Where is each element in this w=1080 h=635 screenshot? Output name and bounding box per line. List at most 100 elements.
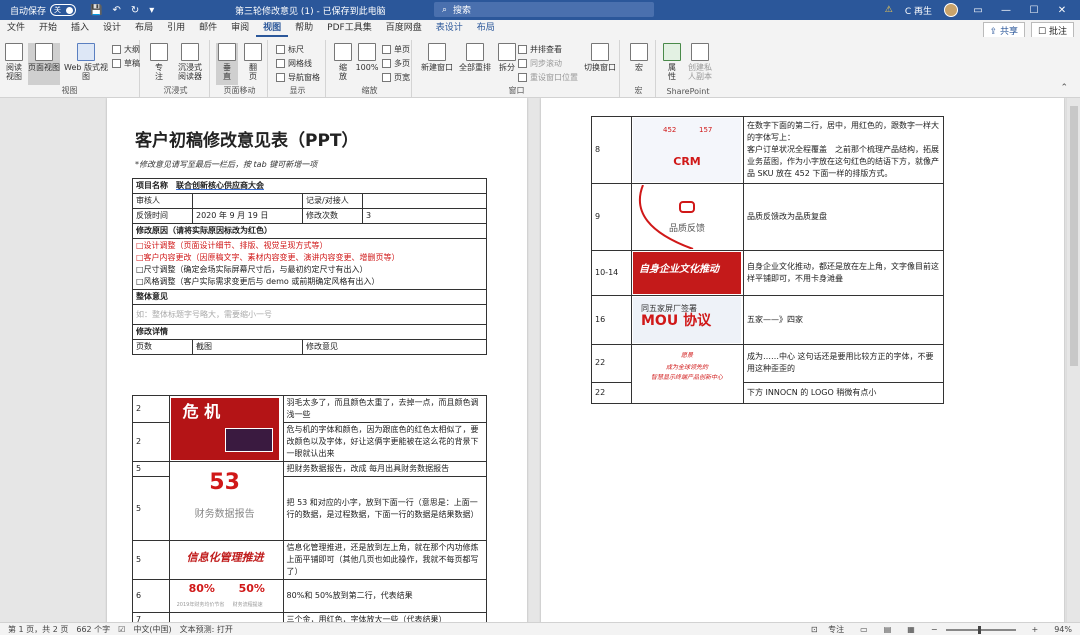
zoom-100-button[interactable]: 100%: [355, 43, 379, 72]
warning-icon[interactable]: ⚠: [885, 5, 893, 15]
vertical-scrollbar[interactable]: [1066, 98, 1080, 622]
tab-review[interactable]: 审阅: [224, 20, 256, 37]
close-icon[interactable]: ✕: [1054, 5, 1070, 16]
create-private-copy-button[interactable]: 创建私 人副本: [684, 43, 716, 81]
table-row[interactable]: 5 53 财务数据报告 把财务数据报告，改成 每月出具财务数据报告: [132, 461, 488, 541]
table-row[interactable]: 10-14 自身企业文化推动 自身企业文化推动，都还是放在左上角，文字像目前这样…: [591, 250, 944, 296]
tab-help[interactable]: 帮助: [288, 20, 320, 37]
properties-button[interactable]: 属 性: [662, 43, 682, 81]
reset-window-button[interactable]: 重设窗口位置: [518, 72, 578, 83]
undo-icon[interactable]: ↶: [112, 5, 120, 16]
save-icon[interactable]: 💾: [90, 5, 102, 16]
word-count[interactable]: 662 个字: [76, 624, 110, 635]
revision-count-value[interactable]: 3: [362, 208, 487, 224]
focus-button[interactable]: 专 注: [148, 43, 170, 81]
draft-button[interactable]: 草稿: [112, 58, 140, 69]
screenshot-cell[interactable]: 80% 50% 2019年财务均价节省 财务流程提速: [168, 579, 284, 613]
scrollbar-thumb[interactable]: [1070, 106, 1078, 366]
redo-icon[interactable]: ↻: [131, 5, 139, 16]
feedback-time-value[interactable]: 2020 年 9 月 19 日: [192, 208, 303, 224]
screenshot-cell[interactable]: 危 机: [168, 395, 284, 462]
screenshot-cell[interactable]: [168, 612, 284, 622]
maximize-icon[interactable]: ☐: [1026, 5, 1042, 16]
page-2[interactable]: 8 452 157 CRM 在数字下面的第二行，居中，用红色的，跟数字一样大的字…: [541, 98, 1064, 622]
recorder-value[interactable]: [362, 193, 487, 209]
switch-windows-button[interactable]: 切换窗口: [582, 43, 618, 72]
tab-view[interactable]: 视图: [256, 20, 289, 37]
tab-home[interactable]: 开始: [32, 20, 64, 37]
screenshot-cell[interactable]: 同五家屏厂签署 MOU 协议: [631, 295, 744, 345]
split-button[interactable]: 拆分: [494, 43, 520, 72]
language[interactable]: 中文(中国): [133, 624, 171, 635]
tab-baidu-netdisk[interactable]: 百度网盘: [379, 20, 429, 37]
table-row[interactable]: 22 愿景 成为全球领先的 智慧显示终端产品创新中心 成为……中心 这句话还是要…: [591, 344, 944, 404]
side-to-side-button[interactable]: 翻 页: [242, 43, 264, 81]
table-row[interactable]: 16 同五家屏厂签署 MOU 协议 五家——》四家: [591, 295, 944, 345]
customize-qat-icon[interactable]: ▾: [149, 5, 154, 16]
table-row[interactable]: 7 三个金，用红色，字体放大一些（代表结果）: [132, 612, 488, 622]
zoom-out-icon[interactable]: −: [931, 625, 938, 634]
multi-page-button[interactable]: 多页: [382, 58, 410, 69]
read-mode-status-icon[interactable]: ▭: [860, 625, 868, 634]
reviewer-value[interactable]: [192, 193, 303, 209]
screenshot-cell[interactable]: 53 财务数据报告: [168, 461, 284, 541]
details-table-left[interactable]: 2 危 机 羽毛太多了，而且颜色太重了，去掉一点，而且颜色调浅一些 2 危与机的…: [132, 395, 488, 622]
vertical-button[interactable]: 垂 直: [216, 43, 238, 85]
table-row[interactable]: 2 危 机 羽毛太多了，而且颜色太重了，去掉一点，而且颜色调浅一些: [132, 395, 488, 462]
zoom-in-icon[interactable]: +: [1032, 625, 1039, 634]
screenshot-cell[interactable]: 信息化管理推进: [168, 540, 284, 580]
screenshot-cell[interactable]: 品质反馈: [631, 183, 744, 251]
screenshot-cell[interactable]: 愿景 成为全球领先的 智慧显示终端产品创新中心: [631, 344, 744, 404]
tab-table-layout[interactable]: 布局: [470, 20, 502, 37]
page-width-button[interactable]: 页宽: [382, 72, 410, 83]
sync-scroll-button[interactable]: 同步滚动: [518, 58, 562, 69]
spelling-icon[interactable]: ☑: [118, 625, 125, 634]
details-table-right[interactable]: 8 452 157 CRM 在数字下面的第二行，居中，用红色的，跟数字一样大的字…: [591, 116, 944, 405]
avatar[interactable]: [944, 3, 958, 17]
tab-design[interactable]: 设计: [96, 20, 128, 37]
web-layout-status-icon[interactable]: ▦: [907, 625, 915, 634]
page-1[interactable]: 客户初稿修改意见表（PPT） *修改意见请写至最后一栏后，按 tab 键可新增一…: [107, 98, 527, 622]
tab-insert[interactable]: 插入: [64, 20, 96, 37]
zoom-slider[interactable]: [945, 625, 1016, 634]
print-layout-status-icon[interactable]: ▤: [884, 625, 892, 634]
tab-file[interactable]: 文件: [0, 20, 32, 37]
table-row[interactable]: 6 80% 50% 2019年财务均价节省 财务流程提速 80%和 50%放到第…: [132, 579, 488, 613]
gridlines-checkbox[interactable]: 网格线: [276, 58, 312, 69]
read-mode-button[interactable]: 阅读 视图: [2, 43, 26, 81]
minimize-icon[interactable]: —: [998, 5, 1014, 16]
screenshot-cell[interactable]: 452 157 CRM: [631, 116, 744, 184]
page-count[interactable]: 第 1 页，共 2 页: [8, 624, 68, 635]
one-page-button[interactable]: 单页: [382, 44, 410, 55]
ribbon-display-icon[interactable]: ▭: [970, 5, 986, 16]
project-row[interactable]: 项目名称 联合创新核心供应商大会: [132, 178, 487, 194]
screenshot-cell[interactable]: 自身企业文化推动: [631, 250, 744, 296]
immersive-reader-button[interactable]: 沉浸式 阅读器: [172, 43, 208, 81]
zoom-level[interactable]: 94%: [1054, 625, 1072, 634]
web-layout-button[interactable]: Web 版式视图: [62, 43, 110, 81]
side-by-side-button[interactable]: 并排查看: [518, 44, 562, 55]
focus-mode-button[interactable]: ⊡ 专注: [811, 624, 844, 635]
text-prediction[interactable]: 文本预测: 打开: [180, 624, 233, 635]
search-box[interactable]: ⌕ 搜索: [434, 2, 654, 17]
tab-table-design[interactable]: 表设计: [429, 20, 470, 37]
ruler-checkbox[interactable]: 标尺: [276, 44, 304, 55]
nav-pane-checkbox[interactable]: 导航窗格: [276, 72, 320, 83]
document-workspace[interactable]: 客户初稿修改意见表（PPT） *修改意见请写至最后一栏后，按 tab 键可新增一…: [0, 98, 1080, 622]
table-row[interactable]: 5 信息化管理推进 信息化管理推进，还是放到左上角，就在那个内功修炼上面平铺即可…: [132, 540, 488, 580]
info-table[interactable]: 项目名称 联合创新核心供应商大会 审核人 记录/对接人 反馈时间 2020 年 …: [132, 178, 487, 355]
print-layout-button[interactable]: 页面视图: [28, 43, 60, 85]
zoom-button[interactable]: 缩 放: [332, 43, 354, 81]
user-name[interactable]: C 再生: [905, 4, 932, 17]
outline-button[interactable]: 大纲: [112, 44, 140, 55]
collapse-ribbon-icon[interactable]: ⌃: [1060, 83, 1068, 93]
autosave-toggle[interactable]: 关: [50, 4, 77, 16]
overall-text[interactable]: 如：整体标题字号略大，需要缩小一号: [132, 304, 487, 325]
tab-pdf-tools[interactable]: PDF工具集: [320, 20, 379, 37]
tab-layout[interactable]: 布局: [128, 20, 160, 37]
new-window-button[interactable]: 新建窗口: [418, 43, 456, 72]
table-row[interactable]: 9 品质反馈 品质反馈改为品质复盘: [591, 183, 944, 251]
arrange-all-button[interactable]: 全部重排: [456, 43, 494, 72]
tab-references[interactable]: 引用: [160, 20, 192, 37]
reason-list[interactable]: □设计调整（页面设计细节、排版、视觉呈现方式等） □客户内容更改（因原稿文字、素…: [132, 238, 487, 290]
